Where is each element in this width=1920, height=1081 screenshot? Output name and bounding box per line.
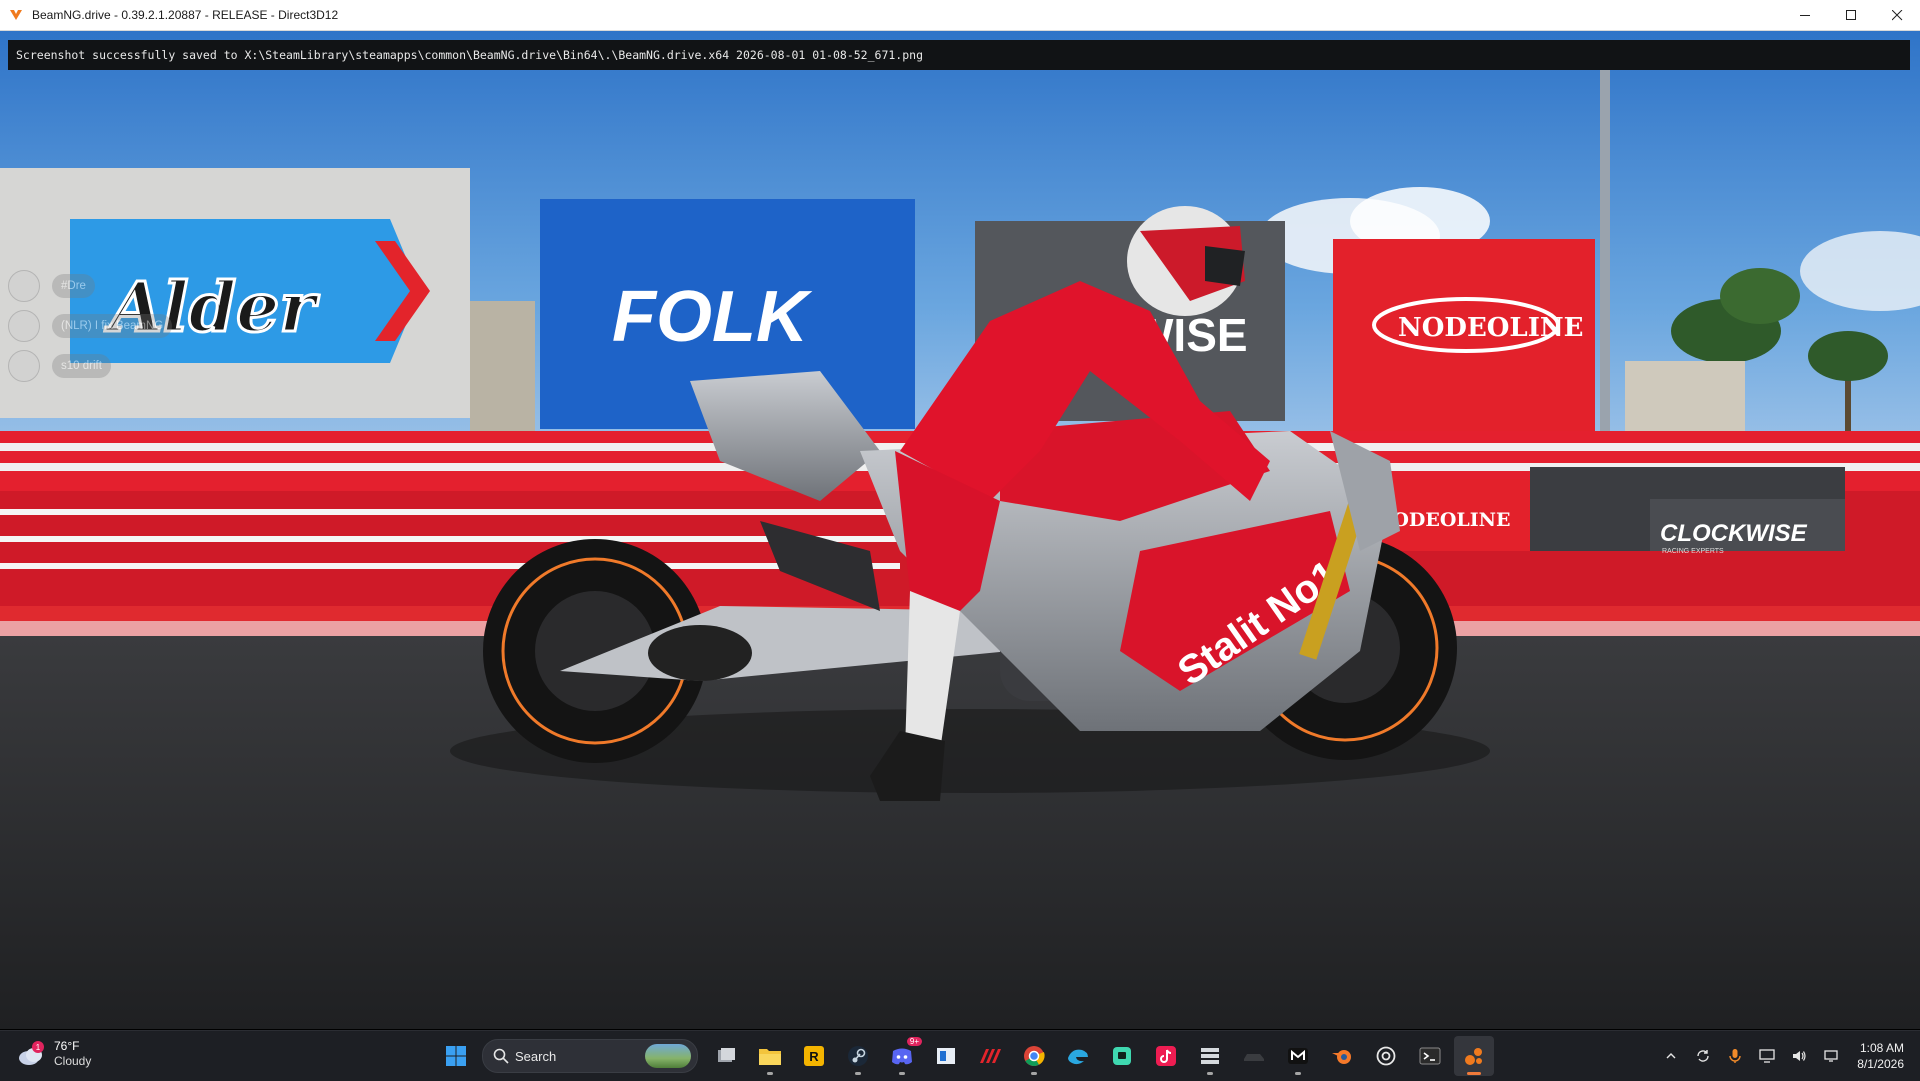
close-icon (1891, 9, 1902, 20)
assetto-corsa-button[interactable] (970, 1036, 1010, 1076)
chat-avatar (8, 350, 40, 382)
display-tray-button[interactable] (1755, 1044, 1779, 1068)
rockstar-launcher-icon: R (804, 1046, 824, 1066)
console-message-text: Screenshot successfully saved to X:\Stea… (16, 48, 923, 62)
weather-widget[interactable]: 1 76°F Cloudy (16, 1039, 91, 1069)
microphone-tray-button[interactable] (1723, 1044, 1747, 1068)
m-app-icon (1288, 1048, 1308, 1064)
m-app-button[interactable] (1278, 1036, 1318, 1076)
weather-cloud-icon: 1 (16, 1039, 46, 1069)
edge-icon (1068, 1049, 1088, 1065)
display-icon (1759, 1049, 1775, 1063)
maximize-icon (1845, 9, 1856, 20)
chatgpt-button[interactable] (1366, 1036, 1406, 1076)
chat-message: (NLR) I fix BeamNG (52, 314, 173, 338)
search-icon (493, 1048, 509, 1064)
chevron-up-icon (1666, 1053, 1676, 1059)
clockwise-subtitle-text: RACING EXPERTS (1662, 548, 1724, 555)
task-view-icon (718, 1048, 735, 1062)
maximize-button[interactable] (1828, 0, 1874, 30)
beamng-taskbar-icon (1465, 1048, 1482, 1065)
window-title-bar[interactable]: BeamNG.drive - 0.39.2.1.20887 - RELEASE … (0, 0, 1920, 31)
chrome-icon (1024, 1046, 1045, 1066)
blender-button[interactable] (1322, 1036, 1362, 1076)
clock-date: 8/1/2026 (1857, 1057, 1904, 1071)
chat-list: #Dre (NLR) I fix BeamNG s10 drift (8, 266, 173, 386)
folk-billboard-text: FOLK (612, 277, 813, 357)
network-tray-button[interactable] (1819, 1044, 1843, 1068)
search-placeholder: Search (515, 1048, 557, 1064)
chatgpt-icon (1376, 1046, 1396, 1066)
tiktok-icon (1156, 1046, 1176, 1066)
nodeoline-billboard-text: NODEOLINE (1398, 313, 1583, 343)
beamng-icon (10, 10, 22, 20)
close-button[interactable] (1874, 0, 1920, 30)
chat-message: #Dre (52, 274, 95, 298)
blender-icon (1332, 1050, 1351, 1064)
server-app-button[interactable] (1190, 1036, 1230, 1076)
discord-button[interactable]: 9+ (882, 1036, 922, 1076)
volume-icon (1793, 1051, 1806, 1061)
search-highlight-image (645, 1044, 691, 1068)
weather-temperature: 76°F (54, 1039, 80, 1053)
start-button[interactable] (436, 1036, 476, 1076)
chat-item[interactable]: (NLR) I fix BeamNG (8, 306, 173, 346)
clockwise-trackside-text: CLOCKWISE (1660, 520, 1808, 547)
car-app-button[interactable] (1234, 1036, 1274, 1076)
minimize-button[interactable] (1782, 0, 1828, 30)
taskbar-search[interactable]: Search (482, 1039, 698, 1073)
minimize-icon (1799, 14, 1810, 16)
weather-condition: Cloudy (54, 1054, 92, 1068)
terminal-icon (1419, 1047, 1441, 1065)
start-icon (446, 1046, 466, 1066)
chat-avatar (8, 270, 40, 302)
taskbar: 1 76°F Cloudy Search R 9+ 1:08 AM 8/1/20… (0, 1030, 1920, 1081)
chat-message: s10 drift (52, 354, 111, 378)
chat-item[interactable]: #Dre (8, 266, 172, 306)
assetto-corsa-icon (980, 1049, 1001, 1063)
weather-badge: 1 (36, 1043, 41, 1052)
task-view-button[interactable] (706, 1036, 746, 1076)
sync-tray-button[interactable] (1691, 1044, 1715, 1068)
chat-avatar (8, 310, 40, 342)
svg-text:R: R (809, 1049, 819, 1064)
file-explorer-button[interactable] (750, 1036, 790, 1076)
chat-item[interactable]: s10 drift (8, 346, 172, 386)
discord-icon (892, 1048, 912, 1065)
car-app-icon (1244, 1054, 1264, 1061)
twitch-button[interactable] (1102, 1036, 1142, 1076)
app-window-icon (937, 1048, 955, 1064)
terminal-button[interactable] (1410, 1036, 1450, 1076)
race-scene: Alder FOLK WISE NODEOLINE NODEOLINE CLOC… (0, 31, 1920, 1029)
system-tray: 1:08 AM 8/1/2026 (1655, 1031, 1920, 1081)
twitch-icon (1113, 1047, 1131, 1065)
edge-button[interactable] (1058, 1036, 1098, 1076)
game-viewport[interactable]: Alder FOLK WISE NODEOLINE NODEOLINE CLOC… (0, 31, 1920, 1029)
steam-button[interactable] (838, 1036, 878, 1076)
file-explorer-icon (759, 1049, 781, 1065)
clock-time: 1:08 AM (1859, 1041, 1904, 1055)
beamng-taskbar-button[interactable] (1454, 1036, 1494, 1076)
app-window-button[interactable] (926, 1036, 966, 1076)
server-app-icon (1201, 1048, 1219, 1064)
volume-tray-button[interactable] (1787, 1044, 1811, 1068)
chrome-button[interactable] (1014, 1036, 1054, 1076)
tray-overflow-button[interactable] (1659, 1044, 1683, 1068)
discord-badge: 9+ (906, 1037, 922, 1046)
clock[interactable]: 1:08 AM 8/1/2026 (1857, 1040, 1904, 1072)
steam-icon (848, 1046, 868, 1066)
rockstar-launcher-button[interactable]: R (794, 1036, 834, 1076)
microphone-icon (1729, 1049, 1741, 1063)
window-title: BeamNG.drive - 0.39.2.1.20887 - RELEASE … (32, 8, 339, 22)
taskbar-apps: Search R 9+ (434, 1031, 1496, 1081)
tiktok-button[interactable] (1146, 1036, 1186, 1076)
network-icon (1824, 1050, 1838, 1062)
console-notification: Screenshot successfully saved to X:\Stea… (8, 40, 1910, 70)
sync-icon (1697, 1050, 1709, 1062)
